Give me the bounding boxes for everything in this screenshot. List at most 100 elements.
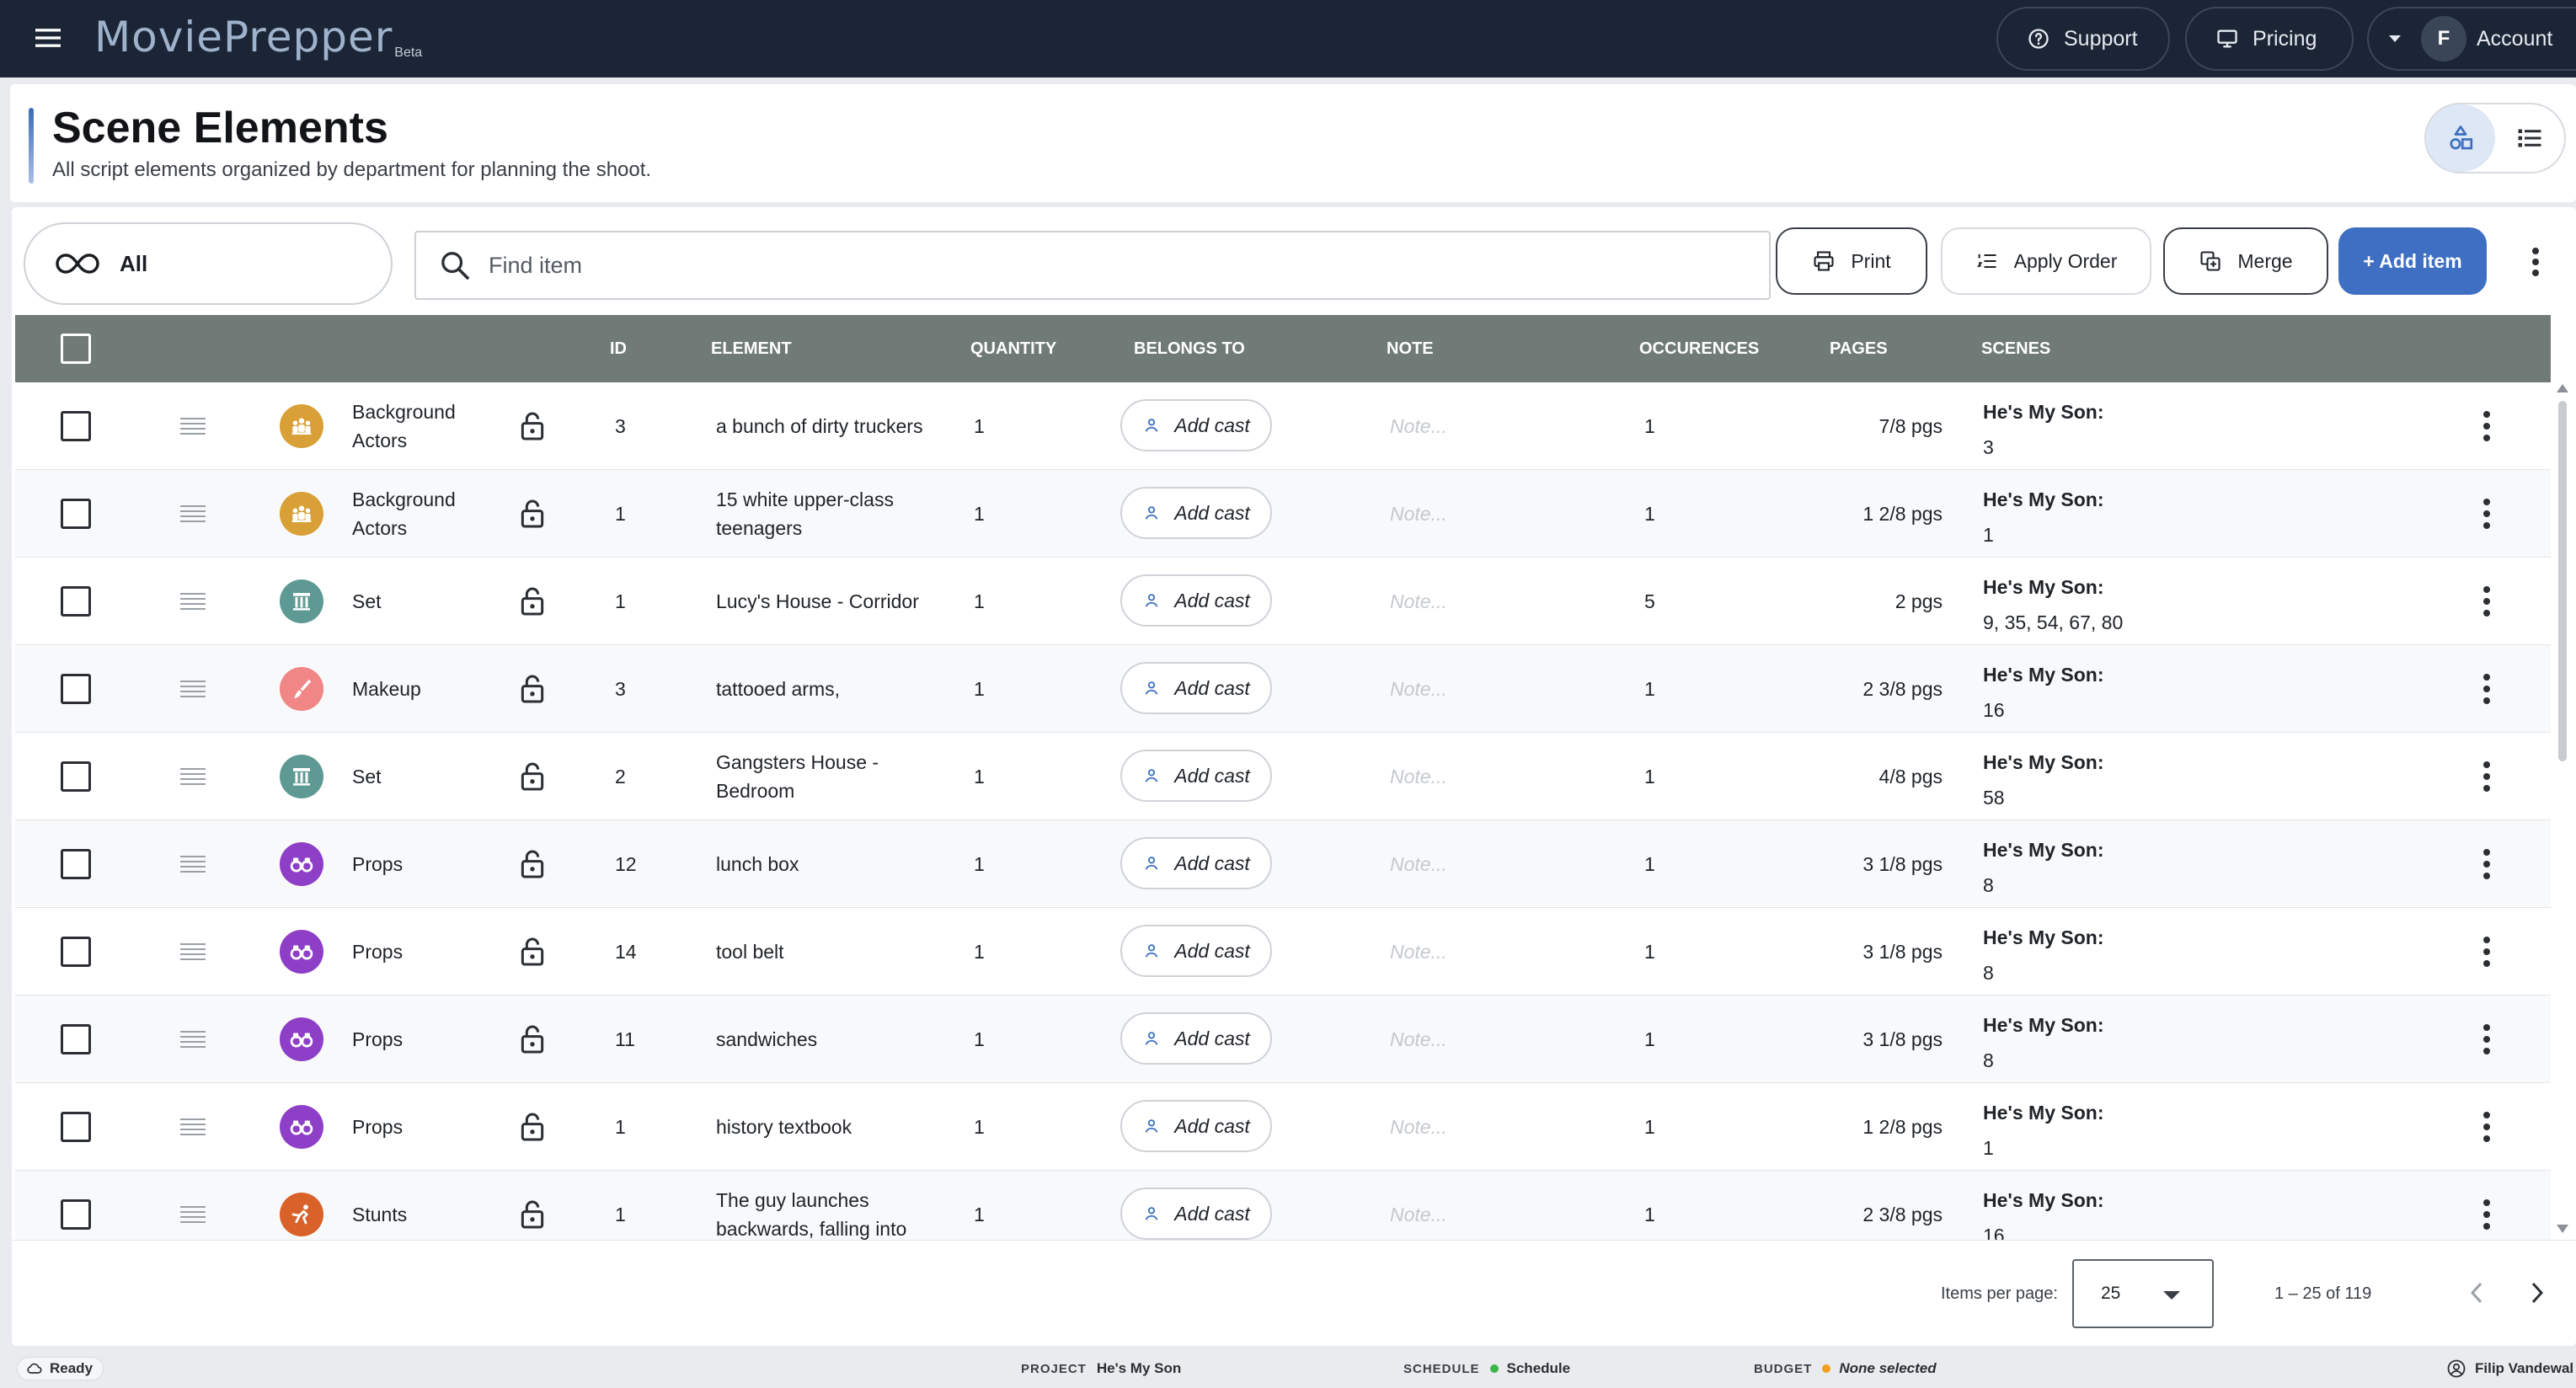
row-checkbox[interactable] bbox=[61, 499, 91, 529]
element-name[interactable]: 15 white upper-class teenagers bbox=[716, 470, 935, 558]
add-cast-button[interactable]: Add cast bbox=[1120, 662, 1272, 714]
table-scrollbar[interactable] bbox=[2551, 382, 2574, 1240]
note-field[interactable]: Note... bbox=[1390, 645, 1447, 733]
note-field[interactable]: Note... bbox=[1390, 908, 1447, 996]
table-row[interactable]: Props 1 history textbook 1 Add cast Note... 1 1… bbox=[15, 1083, 2551, 1171]
drag-handle-icon[interactable] bbox=[180, 593, 206, 610]
column-header-quantity[interactable]: QUANTITY bbox=[970, 315, 1056, 382]
row-checkbox[interactable] bbox=[61, 761, 91, 792]
row-checkbox[interactable] bbox=[61, 1199, 91, 1230]
element-name[interactable]: The guy launches backwards, falling into bbox=[716, 1171, 935, 1240]
table-row[interactable]: Background Actors 1 15 white upper-class t… bbox=[15, 470, 2551, 558]
drag-handle-icon[interactable] bbox=[180, 1206, 206, 1223]
add-cast-button[interactable]: Add cast bbox=[1120, 399, 1272, 451]
element-quantity[interactable]: 1 bbox=[974, 558, 985, 645]
add-cast-button[interactable]: Add cast bbox=[1120, 925, 1272, 977]
row-more-icon[interactable] bbox=[2477, 408, 2497, 445]
element-quantity[interactable]: 1 bbox=[974, 1171, 985, 1240]
element-quantity[interactable]: 1 bbox=[974, 820, 985, 908]
element-name[interactable]: lunch box bbox=[716, 820, 935, 908]
add-cast-button[interactable]: Add cast bbox=[1120, 487, 1272, 539]
department-filter[interactable]: All bbox=[24, 222, 393, 305]
row-checkbox[interactable] bbox=[61, 1024, 91, 1054]
app-logo[interactable]: MoviePrepper Beta bbox=[94, 12, 422, 62]
table-row[interactable]: Props 14 tool belt 1 Add cast Note... 1 3 1/8 p… bbox=[15, 908, 2551, 996]
note-field[interactable]: Note... bbox=[1390, 733, 1447, 820]
row-checkbox[interactable] bbox=[61, 586, 91, 617]
row-checkbox[interactable] bbox=[61, 849, 91, 879]
lock-icon[interactable] bbox=[516, 760, 549, 793]
element-quantity[interactable]: 1 bbox=[974, 996, 985, 1083]
lock-icon[interactable] bbox=[516, 1022, 549, 1056]
add-cast-button[interactable]: Add cast bbox=[1120, 1188, 1272, 1240]
add-cast-button[interactable]: Add cast bbox=[1120, 574, 1272, 627]
account-button[interactable]: F Account bbox=[2367, 7, 2576, 71]
lock-icon[interactable] bbox=[516, 409, 549, 443]
lock-icon[interactable] bbox=[516, 935, 549, 969]
table-row[interactable]: Makeup 3 tattooed arms, 1 Add cast Note... 1 2 … bbox=[15, 645, 2551, 733]
row-more-icon[interactable] bbox=[2477, 670, 2497, 707]
row-more-icon[interactable] bbox=[2477, 1196, 2497, 1233]
element-quantity[interactable]: 1 bbox=[974, 733, 985, 820]
element-quantity[interactable]: 1 bbox=[974, 1083, 985, 1171]
element-quantity[interactable]: 1 bbox=[974, 382, 985, 470]
element-quantity[interactable]: 1 bbox=[974, 645, 985, 733]
note-field[interactable]: Note... bbox=[1390, 1083, 1447, 1171]
print-button[interactable]: Print bbox=[1776, 227, 1927, 295]
drag-handle-icon[interactable] bbox=[180, 505, 206, 522]
lock-icon[interactable] bbox=[516, 847, 549, 881]
budget-status[interactable]: BUDGET None selected bbox=[1754, 1349, 1937, 1388]
lock-icon[interactable] bbox=[516, 672, 549, 706]
more-options-button[interactable] bbox=[2517, 241, 2554, 283]
project-status[interactable]: PROJECT He's My Son bbox=[1021, 1349, 1181, 1388]
column-header-occurences[interactable]: OCCURENCES bbox=[1639, 315, 1759, 382]
next-page-button[interactable] bbox=[2520, 1276, 2554, 1310]
table-row[interactable]: Stunts 1 The guy launches backwards, falli… bbox=[15, 1171, 2551, 1240]
row-more-icon[interactable] bbox=[2477, 758, 2497, 795]
element-name[interactable]: sandwiches bbox=[716, 996, 935, 1083]
element-quantity[interactable]: 1 bbox=[974, 470, 985, 558]
grouped-view-button[interactable] bbox=[2426, 104, 2495, 172]
note-field[interactable]: Note... bbox=[1390, 382, 1447, 470]
table-row[interactable]: Props 12 lunch box 1 Add cast Note... 1 3 1/8 p… bbox=[15, 820, 2551, 908]
menu-button[interactable] bbox=[19, 17, 77, 59]
element-name[interactable]: Lucy's House - Corridor bbox=[716, 558, 935, 645]
merge-button[interactable]: Merge bbox=[2163, 227, 2328, 295]
add-cast-button[interactable]: Add cast bbox=[1120, 750, 1272, 802]
row-checkbox[interactable] bbox=[61, 411, 91, 441]
row-more-icon[interactable] bbox=[2477, 933, 2497, 970]
row-checkbox[interactable] bbox=[61, 1112, 91, 1142]
note-field[interactable]: Note... bbox=[1390, 820, 1447, 908]
column-header-pages[interactable]: PAGES bbox=[1830, 315, 1888, 382]
row-checkbox[interactable] bbox=[61, 937, 91, 967]
table-row[interactable]: Set 2 Gangsters House - Bedroom 1 Add cast No… bbox=[15, 733, 2551, 820]
column-header-scenes[interactable]: SCENES bbox=[1981, 315, 2050, 382]
drag-handle-icon[interactable] bbox=[180, 856, 206, 873]
row-more-icon[interactable] bbox=[2477, 846, 2497, 883]
lock-icon[interactable] bbox=[516, 585, 549, 618]
column-header-element[interactable]: ELEMENT bbox=[711, 315, 792, 382]
apply-order-button[interactable]: Apply Order bbox=[1941, 227, 2151, 295]
lock-icon[interactable] bbox=[516, 1198, 549, 1231]
select-all-checkbox[interactable] bbox=[61, 334, 91, 364]
scroll-up-icon[interactable] bbox=[2557, 384, 2568, 392]
previous-page-button[interactable] bbox=[2460, 1276, 2493, 1310]
schedule-status[interactable]: SCHEDULE Schedule bbox=[1403, 1349, 1570, 1388]
scroll-down-icon[interactable] bbox=[2557, 1225, 2568, 1233]
row-more-icon[interactable] bbox=[2477, 1021, 2497, 1058]
row-checkbox[interactable] bbox=[61, 674, 91, 704]
row-more-icon[interactable] bbox=[2477, 583, 2497, 620]
note-field[interactable]: Note... bbox=[1390, 996, 1447, 1083]
element-quantity[interactable]: 1 bbox=[974, 908, 985, 996]
drag-handle-icon[interactable] bbox=[180, 943, 206, 960]
drag-handle-icon[interactable] bbox=[180, 681, 206, 697]
list-view-button[interactable] bbox=[2495, 104, 2564, 172]
element-name[interactable]: tattooed arms, bbox=[716, 645, 935, 733]
pricing-button[interactable]: Pricing bbox=[2185, 7, 2354, 71]
table-row[interactable]: Background Actors 3 a bunch of dirty truck… bbox=[15, 382, 2551, 470]
current-user[interactable]: Filip Vandewal bbox=[2446, 1349, 2573, 1388]
drag-handle-icon[interactable] bbox=[180, 768, 206, 785]
search-input[interactable] bbox=[489, 252, 1752, 279]
row-more-icon[interactable] bbox=[2477, 1108, 2497, 1145]
lock-icon[interactable] bbox=[516, 497, 549, 531]
